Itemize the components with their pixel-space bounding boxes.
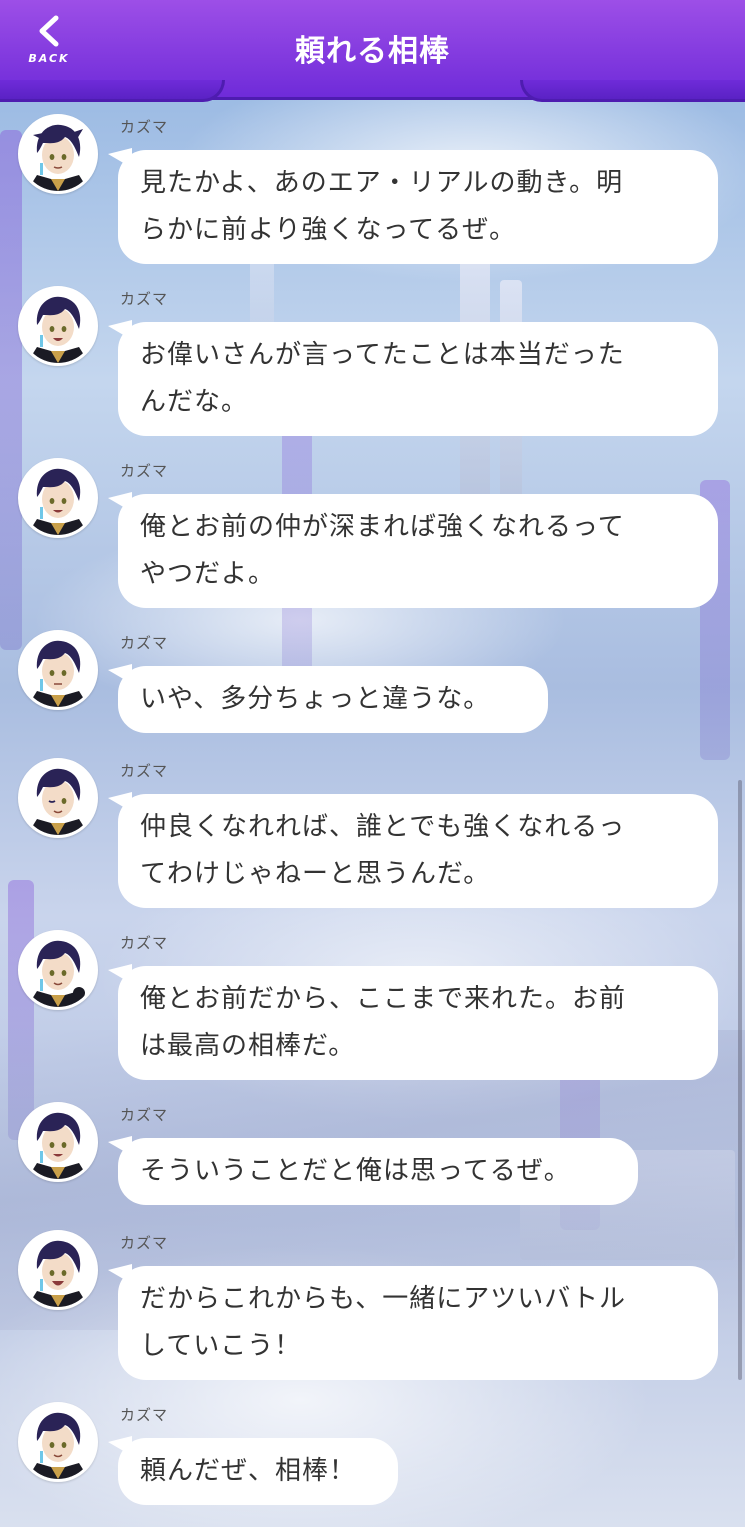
message-line: は最高の相棒だ。 — [140, 1031, 356, 1061]
message-line: 俺とお前の仲が深まれば強くなれるって — [140, 512, 625, 542]
message-line: んだな。 — [140, 387, 249, 417]
character-icon — [21, 933, 95, 1007]
sender-name: カズマ — [120, 634, 169, 652]
avatar[interactable] — [18, 1230, 98, 1310]
avatar[interactable] — [18, 930, 98, 1010]
character-icon — [21, 117, 95, 191]
message-line: お偉いさんが言ってたことは本当だった — [140, 340, 625, 370]
page-title: 頼れる相棒 — [295, 34, 450, 69]
message-bubble: そういうことだと俺は思ってるぜ。 — [118, 1138, 638, 1205]
avatar[interactable] — [18, 286, 98, 366]
message-line: てわけじゃねーと思うんだ。 — [140, 859, 491, 889]
message-line: 頼んだぜ、相棒！ — [140, 1456, 357, 1486]
header-decoration — [520, 80, 745, 102]
avatar[interactable] — [18, 758, 98, 838]
message-line: だからこれからも、一緒にアツいバトル — [140, 1284, 627, 1314]
sender-name: カズマ — [120, 1234, 169, 1252]
character-icon — [21, 1233, 95, 1307]
message-bubble: だからこれからも、一緒にアツいバトル していこう！ — [118, 1266, 718, 1380]
message-bubble: いや、多分ちょっと違うな。 — [118, 666, 548, 733]
avatar[interactable] — [18, 114, 98, 194]
avatar[interactable] — [18, 458, 98, 538]
message-bubble: 頼んだぜ、相棒！ — [118, 1438, 398, 1505]
sender-name: カズマ — [120, 1406, 169, 1424]
scrollbar[interactable] — [738, 780, 742, 1380]
message-line: していこう！ — [140, 1331, 302, 1361]
message-line: いや、多分ちょっと違うな。 — [140, 684, 491, 714]
sender-name: カズマ — [120, 118, 169, 136]
message-bubble: 俺とお前だから、ここまで来れた。お前 は最高の相棒だ。 — [118, 966, 718, 1080]
message-line: らかに前より強くなってるぜ。 — [140, 215, 517, 245]
avatar[interactable] — [18, 1402, 98, 1482]
message-line: 仲良くなれれば、誰とでも強くなれるっ — [140, 812, 626, 842]
character-icon — [21, 1105, 95, 1179]
sender-name: カズマ — [120, 462, 169, 480]
message-bubble: 仲良くなれれば、誰とでも強くなれるっ てわけじゃねーと思うんだ。 — [118, 794, 718, 908]
character-icon — [21, 633, 95, 707]
character-icon — [21, 761, 95, 835]
message-line: 見たかよ、あのエア・リアルの動き。明 — [140, 168, 624, 198]
character-icon — [21, 461, 95, 535]
sender-name: カズマ — [120, 762, 169, 780]
header-decoration — [0, 80, 225, 102]
message-line: そういうことだと俺は思ってるぜ。 — [140, 1156, 571, 1186]
avatar[interactable] — [18, 1102, 98, 1182]
message-bubble: お偉いさんが言ってたことは本当だった んだな。 — [118, 322, 718, 436]
character-icon — [21, 289, 95, 363]
message-line: やつだよ。 — [140, 559, 276, 589]
message-bubble: 俺とお前の仲が深まれば強くなれるって やつだよ。 — [118, 494, 718, 608]
sender-name: カズマ — [120, 1106, 169, 1124]
message-line: 俺とお前だから、ここまで来れた。お前 — [140, 984, 627, 1014]
character-icon — [21, 1405, 95, 1479]
message-bubble: 見たかよ、あのエア・リアルの動き。明 らかに前より強くなってるぜ。 — [118, 150, 718, 264]
avatar[interactable] — [18, 630, 98, 710]
sender-name: カズマ — [120, 934, 169, 952]
sender-name: カズマ — [120, 290, 169, 308]
